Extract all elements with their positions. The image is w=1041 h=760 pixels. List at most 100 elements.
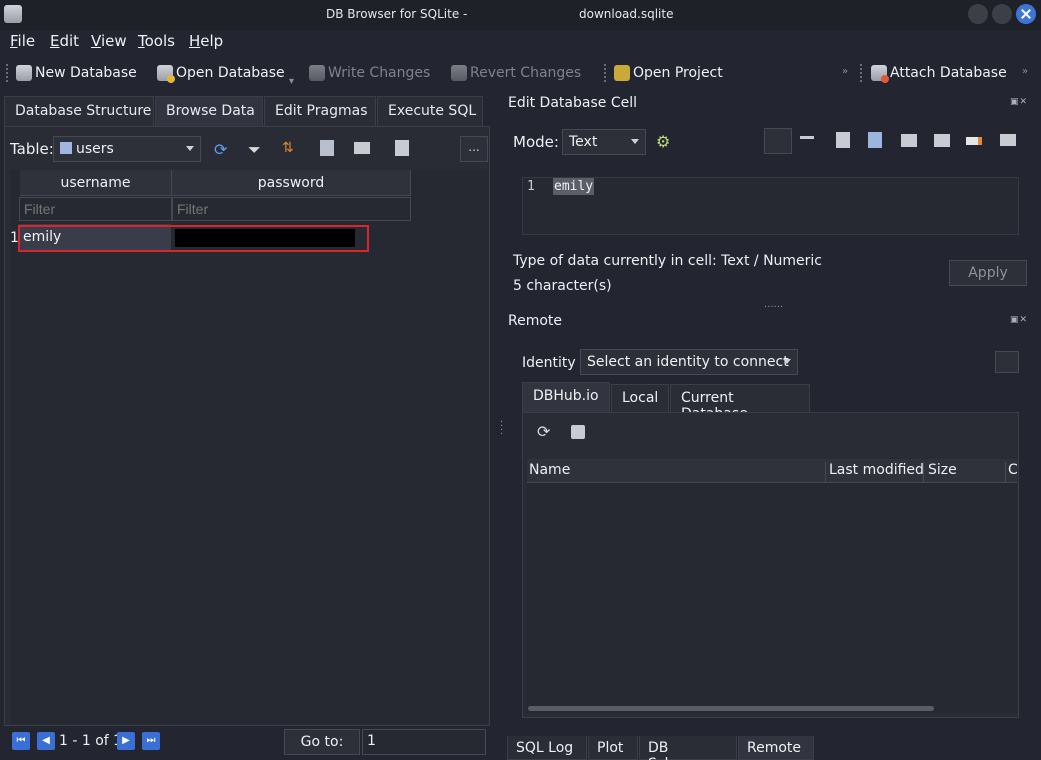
close-window-button[interactable] [1016,4,1036,24]
clear-cell-icon[interactable] [966,137,982,145]
refresh-icon[interactable]: ⟳ [214,140,232,159]
new-database-button[interactable]: New Database [16,62,137,84]
write-changes-button[interactable]: Write Changes [309,62,430,84]
main-toolbar: New Database Open Database ▾ Write Chang… [0,56,1041,90]
tab-browse-data[interactable]: Browse Data [155,96,263,126]
menu-view[interactable]: View [91,32,127,50]
menu-file[interactable]: File [10,32,35,50]
maximize-button[interactable] [992,4,1012,24]
clear-filters-icon[interactable]: ⏷ [248,140,266,159]
toolbar-grip[interactable] [860,64,864,82]
cell-editor[interactable]: 1 emily [522,177,1019,235]
dock-float-close-icons[interactable]: ▣✕ [1010,97,1032,107]
cell-size-info: 5 character(s) [513,278,612,294]
last-page-icon[interactable]: ⏭ [142,732,160,750]
data-grid [10,170,488,724]
open-database-icon [157,65,175,83]
export-file-icon[interactable] [868,132,882,148]
minimize-button[interactable] [968,4,988,24]
auto-switch-mode-icon[interactable]: ⚙ [656,132,674,151]
tab-edit-pragmas[interactable]: Edit Pragmas [264,96,376,126]
menu-tools[interactable]: Tools [138,32,175,50]
open-external-icon[interactable] [934,134,950,147]
column-header-name[interactable]: Name [529,462,570,478]
insert-record-icon[interactable] [395,140,409,156]
toolbar-overflow-icon[interactable]: » [1022,66,1028,77]
toolbar-overflow-icon[interactable]: » [842,66,848,77]
window-filename: download.sqlite [579,7,674,21]
tab-remote[interactable]: Remote [738,736,814,760]
sort-icon[interactable]: ⇅ [282,140,300,158]
first-page-icon[interactable]: ⏮ [12,732,30,750]
more-options-button[interactable]: ... [460,136,488,162]
identity-label: Identity [522,355,576,371]
table-select[interactable]: users [53,136,201,162]
open-project-button[interactable]: Open Project [614,62,723,84]
goto-button[interactable]: Go to: [284,729,360,755]
toolbar-grip[interactable] [604,64,608,82]
identity-select[interactable]: Select an identity to connect [580,349,798,375]
attach-database-icon [871,65,889,83]
menu-bar: File Edit View Tools Help [0,30,1041,54]
import-file-icon[interactable] [836,132,850,148]
identity-settings-icon[interactable] [995,351,1019,373]
splitter-handle[interactable]: ······ [764,302,783,313]
tab-database-structure[interactable]: Database Structure [4,96,154,126]
previous-page-icon[interactable]: ◀ [37,732,55,750]
title-bar: DB Browser for SQLite - download.sqlite [0,0,1041,30]
editor-line-number: 1 [527,179,535,194]
vertical-splitter-handle[interactable]: · · · · [500,418,503,440]
editor-content[interactable]: emily [553,178,595,195]
app-database-icon [4,5,22,23]
edit-cell-title: Edit Database Cell [508,95,637,111]
tab-plot[interactable]: Plot [588,736,638,760]
menu-help[interactable]: Help [189,32,223,50]
write-changes-icon [309,65,325,81]
goto-input[interactable]: 1 [362,729,486,755]
refresh-icon[interactable]: ⟳ [537,422,555,441]
column-header-last-modified[interactable]: Last modified [829,462,924,478]
print-cell-icon[interactable] [1000,134,1016,146]
revert-changes-button[interactable]: Revert Changes [451,62,581,84]
project-icon [614,65,630,81]
column-header-size[interactable]: Size [928,462,957,478]
revert-changes-icon [451,65,467,81]
save-table-icon[interactable] [320,140,334,156]
window-title: DB Browser for SQLite - [326,7,468,21]
table-label: Table: [10,140,54,158]
apply-button[interactable]: Apply [949,260,1027,286]
next-page-icon[interactable]: ▶ [117,732,135,750]
remote-list[interactable] [527,483,1017,713]
open-database-dropdown-icon[interactable]: ▾ [289,76,294,87]
tab-db-schema[interactable]: DB Schema [639,736,737,760]
menu-edit[interactable]: Edit [50,32,79,50]
attach-database-button[interactable]: Attach Database [871,62,1007,84]
column-header-username[interactable]: username [20,170,172,196]
clone-database-icon[interactable] [571,425,585,439]
chevron-down-icon [783,359,791,364]
print-icon[interactable] [354,142,370,154]
tab-sql-log[interactable]: SQL Log [507,736,587,760]
table-icon [60,142,72,154]
horizontal-scrollbar[interactable] [528,706,934,711]
new-database-icon [16,65,32,81]
tab-current-database[interactable]: Current Database [670,384,810,422]
mode-select[interactable]: Text [562,129,646,155]
open-database-button[interactable]: Open Database [157,62,285,84]
tab-local[interactable]: Local [611,384,669,412]
mode-label: Mode: [513,133,559,151]
toolbar-grip[interactable] [6,64,10,82]
chevron-down-icon [186,146,194,151]
password-filter-input[interactable] [172,197,411,221]
record-range: 1 - 1 of 1 [59,733,123,749]
username-filter-input[interactable] [19,197,172,221]
dock-float-close-icons[interactable]: ▣✕ [1010,315,1032,325]
column-header-c[interactable]: C [1008,462,1018,478]
word-wrap-icon[interactable] [764,128,792,154]
tab-execute-sql[interactable]: Execute SQL [377,96,483,126]
tab-dbhub[interactable]: DBHub.io [522,382,610,412]
cell-type-info: Type of data currently in cell: Text / N… [513,253,823,269]
auto-format-icon[interactable] [800,136,814,139]
column-header-password[interactable]: password [172,170,411,196]
set-null-icon[interactable] [901,134,917,147]
